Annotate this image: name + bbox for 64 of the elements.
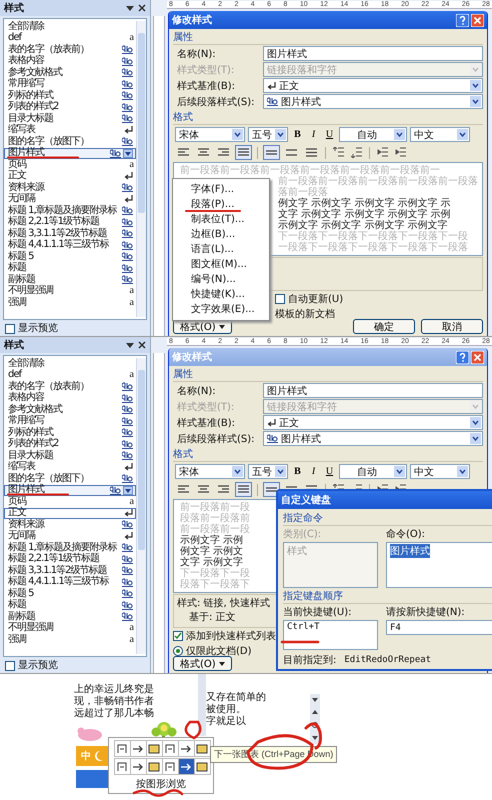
field-label: 样式类型(T): — [177, 400, 236, 414]
preview-text: 文字 示例文字 示例文字 示例文字 示例 — [278, 209, 451, 220]
field-label: 样式类型(T): — [177, 64, 236, 76]
option-label: 自动更新(U) — [288, 292, 344, 306]
field-label: 样式基准(B): — [177, 416, 236, 430]
preview-text: 段落前一段落前 — [180, 513, 250, 524]
document-text: 被使用。 — [206, 704, 247, 716]
dialog-title: 修改样式 — [172, 350, 213, 364]
option-label: 添加到快速样式列表 — [186, 630, 276, 643]
section-heading: 格式 — [173, 110, 483, 125]
preview-text: 前一段落前一段 — [180, 502, 250, 513]
character-style-mark: a — [130, 634, 133, 645]
section-heading: 指定命令 — [283, 511, 492, 526]
panel-title: 样式 — [4, 2, 25, 15]
preview-text: 落前一段落 — [278, 187, 328, 198]
preview-text: 例文字 示例文字 示例文字 示例文字 示 — [278, 198, 451, 209]
character-style-mark: a — [130, 286, 133, 296]
document-text: 现，非畅销书作者 — [74, 696, 154, 708]
preview-text: 示例文字 示例文字 示例文字 示例文字 — [278, 220, 448, 231]
character-style-mark: a — [130, 496, 133, 507]
field-label: 名称(N): — [177, 48, 217, 60]
description-text: 样式: 链接, 快速样式 — [177, 596, 270, 610]
preview-text: 前一段落前一段 — [180, 524, 250, 535]
option-label: 模板的新文档 — [275, 308, 335, 321]
document-text: 又存在简单的 — [206, 692, 266, 704]
checkbox-label: 显示预览 — [18, 323, 58, 334]
preview-text: 前一段落前一段落前一段落前一段落前一段落 — [278, 176, 478, 187]
assigned-command: EditRedoOrRepeat — [344, 655, 432, 665]
character-style-mark: a — [130, 33, 133, 44]
document-text: 远超过了那几本畅 — [74, 708, 154, 720]
field-label: 当前快捷键(U): — [283, 606, 352, 619]
field-label: 目前指定到: — [283, 654, 336, 667]
option-label: 仅限此文档(D) — [186, 644, 252, 658]
preview-text: 一段落下一段落下一段落下一段落下一段落 — [278, 242, 468, 253]
field-label: 命令(O): — [386, 528, 426, 541]
section-heading: 属性 — [173, 30, 483, 45]
preview-text: 文字 示例文字 — [180, 557, 244, 568]
preview-text: 下一段落下一段 — [180, 568, 250, 579]
preview-text: 示例文字 示例 — [180, 535, 244, 546]
field-label: 类别(C): — [283, 528, 322, 541]
field-label: 后续段落样式(S): — [177, 96, 256, 108]
preview-text: 前一段落前一段落前一段落前一段落前一段落前一段落前一 — [180, 165, 440, 176]
dialog-title: 修改样式 — [172, 14, 213, 27]
dialog-title: 自定义键盘 — [281, 493, 332, 507]
section-heading: 指定键盘顺序 — [283, 589, 492, 604]
preview-text: 下一段落下一段落下一段落下一段落下一段 — [278, 231, 468, 242]
field-label: 请按新快捷键(N): — [386, 606, 466, 619]
description-text: 基于: 正文 — [189, 610, 236, 624]
field-label: 样式基准(B): — [177, 80, 236, 92]
section-heading: 属性 — [173, 367, 483, 382]
document-text: 字就足以 — [206, 716, 247, 728]
field-label: 后续段落样式(S): — [177, 432, 256, 446]
section-heading: 格式 — [173, 447, 483, 462]
preview-text: 段落下一段落下 — [180, 579, 250, 590]
field-label: 名称(N): — [177, 384, 217, 398]
character-style-mark: a — [130, 370, 133, 380]
checkbox-label: 显示预览 — [18, 660, 58, 671]
character-style-mark: a — [130, 160, 133, 170]
preview-text: 例文字 示例文 — [180, 546, 244, 557]
character-style-mark: a — [130, 623, 133, 634]
popup-caption: 按图形浏览 — [136, 778, 186, 791]
character-style-mark: a — [130, 298, 133, 308]
document-text: 上的幸运儿终究是 — [74, 684, 154, 696]
panel-title: 样式 — [4, 338, 25, 352]
